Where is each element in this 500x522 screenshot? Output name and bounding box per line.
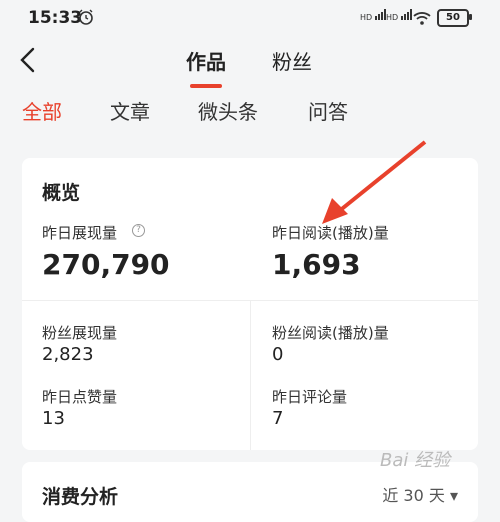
overview-title: 概览 bbox=[42, 182, 81, 204]
back-arrow-icon[interactable] bbox=[16, 46, 40, 78]
overview-card: 概览 昨日展现量 ? 270,790 昨日阅读(播放)量 1,693 粉丝展现量… bbox=[22, 158, 478, 450]
fan-impressions-label: 粉丝展现量 bbox=[42, 324, 118, 342]
battery-tip bbox=[469, 14, 472, 20]
battery-icon: 50 bbox=[437, 9, 469, 27]
signal-icon-2: HD bbox=[386, 8, 415, 22]
status-bar: 15:33 HD HD 50 bbox=[0, 0, 500, 40]
fan-impressions-value: 2,823 bbox=[42, 344, 94, 365]
yesterday-impressions-label: 昨日展现量 bbox=[42, 224, 118, 242]
consumption-analysis-title: 消费分析 bbox=[42, 486, 119, 508]
active-tab-indicator bbox=[190, 84, 222, 88]
signal-icon: HD bbox=[360, 8, 389, 22]
watermark: Bai 经验 bbox=[380, 450, 451, 471]
yesterday-reads-value: 1,693 bbox=[272, 248, 361, 281]
signal-hd-label: HD bbox=[360, 13, 373, 22]
signal-hd-label-2: HD bbox=[386, 13, 399, 22]
yesterday-likes-label: 昨日点赞量 bbox=[42, 388, 118, 406]
content-type-tabs: 全部 文章 微头条 问答 bbox=[0, 96, 500, 132]
tab-fans[interactable]: 粉丝 bbox=[272, 46, 312, 75]
subtab-qa[interactable]: 问答 bbox=[308, 96, 348, 125]
yesterday-comments-value: 7 bbox=[272, 408, 284, 429]
yesterday-likes-value: 13 bbox=[42, 408, 65, 429]
alarm-icon bbox=[78, 9, 94, 29]
yesterday-impressions-value: 270,790 bbox=[42, 248, 170, 281]
subtab-articles[interactable]: 文章 bbox=[110, 96, 150, 125]
divider-vertical bbox=[250, 300, 251, 450]
help-icon[interactable]: ? bbox=[132, 224, 145, 237]
date-range-dropdown[interactable]: 近 30 天 ▾ bbox=[382, 482, 458, 506]
top-header: 作品 粉丝 bbox=[0, 40, 500, 90]
tab-works[interactable]: 作品 bbox=[186, 46, 226, 75]
subtab-micro-headlines[interactable]: 微头条 bbox=[198, 96, 258, 125]
status-time: 15:33 bbox=[28, 8, 83, 28]
yesterday-reads-label: 昨日阅读(播放)量 bbox=[272, 224, 389, 242]
wifi-icon bbox=[413, 10, 431, 29]
yesterday-comments-label: 昨日评论量 bbox=[272, 388, 348, 406]
subtab-all[interactable]: 全部 bbox=[22, 96, 62, 125]
fan-reads-label: 粉丝阅读(播放)量 bbox=[272, 324, 389, 342]
fan-reads-value: 0 bbox=[272, 344, 284, 365]
